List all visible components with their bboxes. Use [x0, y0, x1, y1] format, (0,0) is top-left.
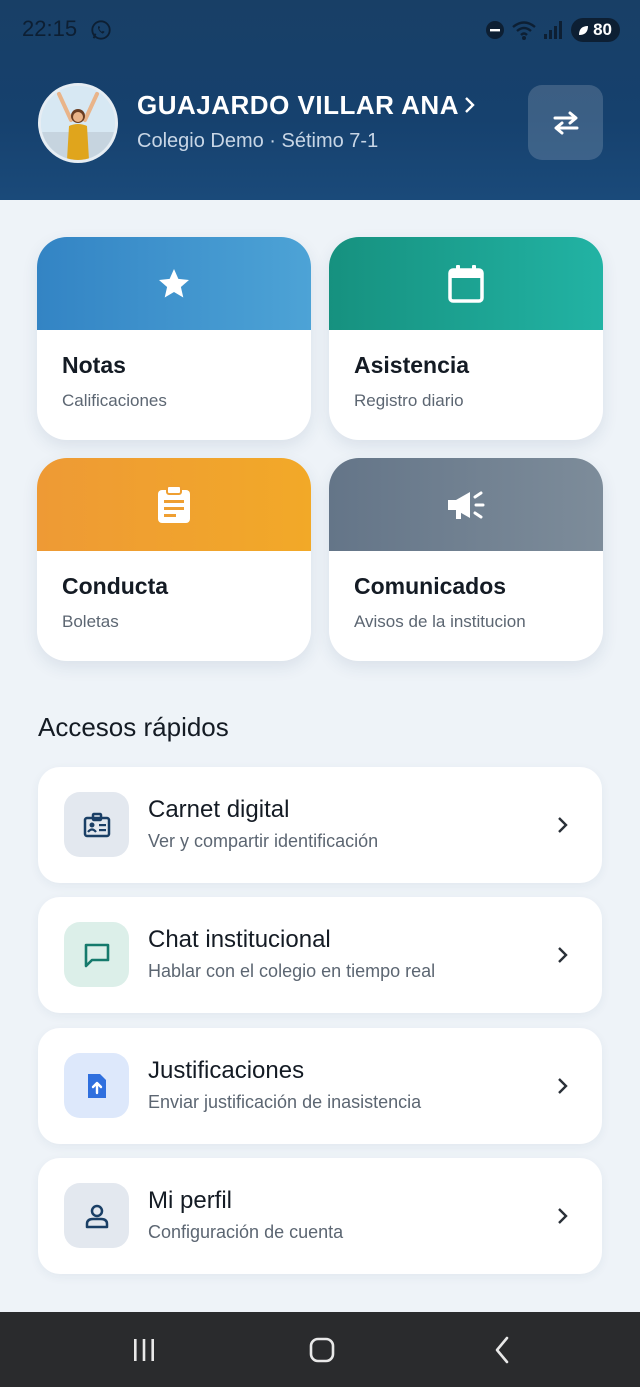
card-asistencia[interactable]: Asistencia Registro diario [329, 237, 603, 440]
status-bar: 22:15 80 [0, 0, 640, 60]
card-subtitle: Avisos de la institucion [354, 612, 526, 631]
chevron-right-icon [558, 817, 568, 833]
quick-access-title: Accesos rápidos [38, 712, 229, 742]
do-not-disturb-icon [486, 21, 505, 39]
back-button[interactable] [442, 1312, 562, 1387]
wifi-icon [512, 21, 536, 40]
system-navigation-bar [0, 1312, 640, 1387]
quick-access-justificaciones[interactable]: Justificaciones Enviar justificación de … [38, 1028, 602, 1144]
school-and-grade: Colegio Demo · Sétimo 7-1 [137, 130, 379, 152]
switch-student-button[interactable] [528, 85, 603, 160]
battery-level: 80 [593, 20, 612, 39]
student-name[interactable]: GUAJARDO VILLAR ANA [137, 90, 459, 121]
recent-apps-button[interactable] [84, 1312, 204, 1387]
card-header [37, 458, 311, 551]
card-subtitle: Calificaciones [62, 391, 167, 410]
chevron-right-icon [558, 1208, 568, 1224]
card-title: Notas [62, 352, 126, 378]
recent-apps-icon [134, 1338, 154, 1361]
qa-title: Carnet digital [148, 796, 290, 823]
clipboard-icon [158, 485, 190, 523]
status-icons: 80 [485, 16, 620, 44]
qa-icon-tile [64, 792, 129, 857]
back-icon [495, 1336, 509, 1363]
chat-icon [84, 943, 109, 967]
battery-indicator: 80 [571, 18, 620, 42]
qa-title: Chat institucional [148, 926, 331, 953]
signal-icon [544, 21, 563, 39]
whatsapp-icon [91, 20, 111, 40]
id-badge-icon [83, 812, 110, 837]
quick-access-carnet-digital[interactable]: Carnet digital Ver y compartir identific… [38, 767, 602, 883]
card-notas[interactable]: Notas Calificaciones [37, 237, 311, 440]
qa-subtitle: Enviar justificación de inasistencia [148, 1092, 422, 1112]
card-header [329, 237, 603, 330]
qa-icon-tile [64, 922, 129, 987]
person-icon [85, 1204, 108, 1228]
qa-icon-tile [64, 1183, 129, 1248]
swap-arrows-icon [553, 111, 578, 134]
qa-subtitle: Configuración de cuenta [148, 1222, 344, 1242]
card-subtitle: Boletas [62, 612, 119, 631]
app-header: 22:15 80 GUAJARDO VILLAR ANA Colegio Dem… [0, 0, 640, 200]
card-subtitle: Registro diario [354, 391, 464, 410]
chevron-right-icon[interactable] [463, 94, 477, 116]
qa-title: Justificaciones [148, 1057, 305, 1084]
chevron-right-icon [558, 947, 568, 963]
card-header [37, 237, 311, 330]
card-header [329, 458, 603, 551]
qa-icon-tile [64, 1053, 129, 1118]
avatar-photo [41, 86, 115, 160]
student-avatar[interactable] [38, 83, 118, 163]
file-upload-icon [87, 1073, 106, 1098]
quick-access-chat-institucional[interactable]: Chat institucional Hablar con el colegio… [38, 897, 602, 1013]
card-comunicados[interactable]: Comunicados Avisos de la institucion [329, 458, 603, 661]
qa-subtitle: Hablar con el colegio en tiempo real [148, 961, 436, 981]
star-icon [159, 268, 189, 297]
card-title: Comunicados [354, 573, 507, 599]
qa-subtitle: Ver y compartir identificación [148, 831, 379, 851]
card-title: Conducta [62, 573, 169, 599]
megaphone-icon [448, 491, 485, 519]
chevron-right-icon [558, 1078, 568, 1094]
battery-saver-icon [579, 25, 589, 35]
qa-title: Mi perfil [148, 1187, 233, 1214]
quick-access-mi-perfil[interactable]: Mi perfil Configuración de cuenta [38, 1158, 602, 1274]
home-button[interactable] [262, 1312, 382, 1387]
card-title: Asistencia [354, 352, 470, 378]
status-time: 22:15 [22, 16, 78, 41]
home-icon [309, 1337, 335, 1362]
calendar-icon [448, 264, 484, 303]
card-conducta[interactable]: Conducta Boletas [37, 458, 311, 661]
